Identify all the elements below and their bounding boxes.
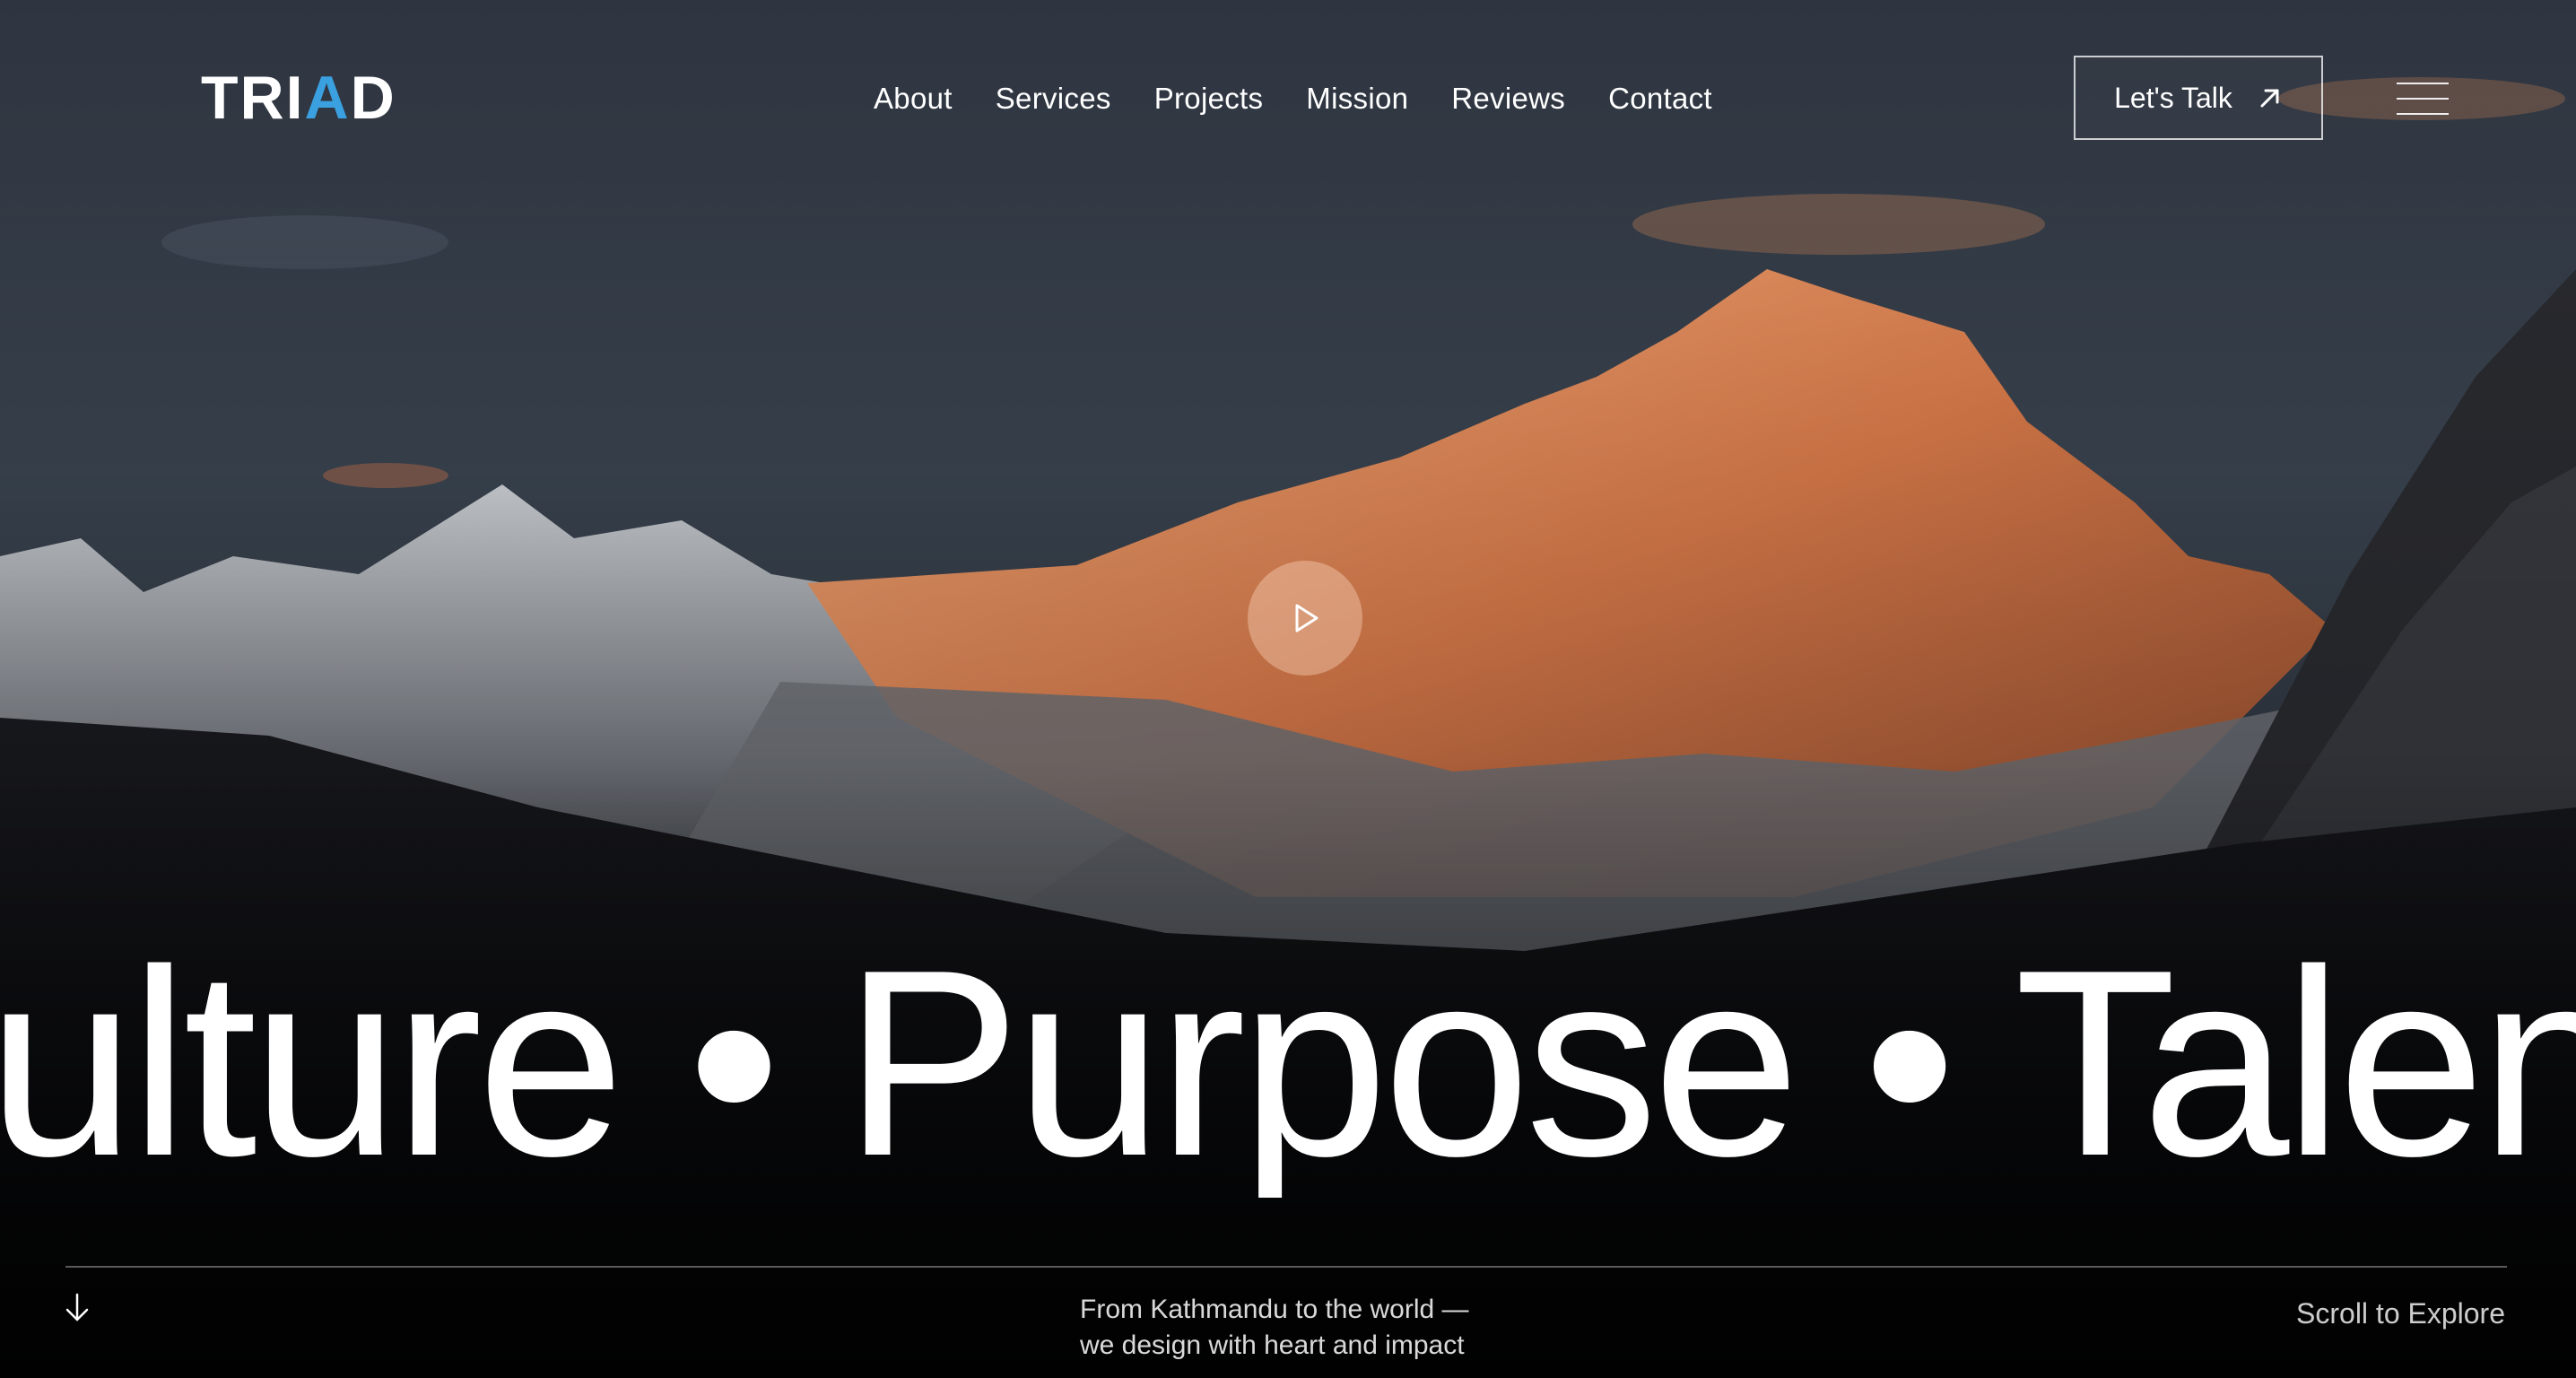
hamburger-menu-icon[interactable] [2397, 83, 2449, 115]
arrow-up-right-icon [2260, 89, 2279, 108]
tagline-line-2: we design with heart and impact [1080, 1330, 1465, 1360]
nav-link-contact[interactable]: Contact [1608, 82, 1712, 116]
play-icon [1295, 604, 1318, 632]
tagline-line-1: From Kathmandu to the world — [1080, 1295, 1469, 1324]
lets-talk-button[interactable]: Let's Talk [2074, 56, 2323, 140]
scroll-to-explore-link[interactable]: Scroll to Explore [2296, 1297, 2505, 1330]
main-navigation: About Services Projects Mission Reviews … [874, 75, 1712, 122]
logo-text-accent: A [304, 64, 351, 132]
nav-link-services[interactable]: Services [996, 82, 1111, 116]
nav-link-reviews[interactable]: Reviews [1451, 82, 1565, 116]
brand-logo[interactable]: TRI A D [201, 64, 396, 132]
hero-tagline: From Kathmandu to the world — we design … [1080, 1292, 1618, 1364]
logo-text-end: D [350, 64, 396, 132]
nav-link-projects[interactable]: Projects [1154, 82, 1264, 116]
arrow-down-icon[interactable] [63, 1292, 91, 1324]
play-video-button[interactable] [1248, 561, 1362, 676]
lets-talk-label: Let's Talk [2114, 81, 2232, 114]
logo-text-start: TRI [201, 64, 305, 132]
hero-section: TRI A D About Services Projects Mission Re… [0, 0, 2576, 1378]
nav-link-about[interactable]: About [874, 82, 953, 116]
nav-link-mission[interactable]: Mission [1306, 82, 1408, 116]
bottom-divider [65, 1266, 2507, 1268]
values-marquee-text: ulture • Purpose • Talent [0, 929, 2576, 1198]
